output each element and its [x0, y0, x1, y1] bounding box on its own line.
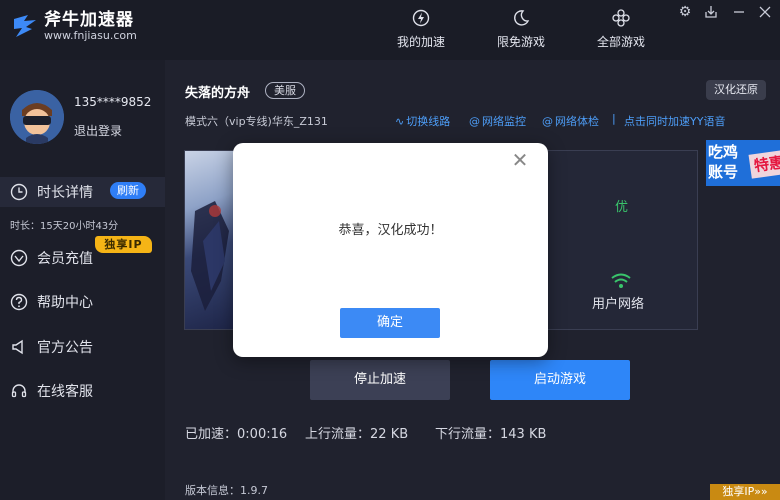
stat-label: 下行流量： [435, 427, 501, 442]
sidebar-item-recharge[interactable]: 会员充值 [0, 243, 165, 273]
stat-label: 已加速： [185, 427, 238, 442]
sidebar-item-announcement[interactable]: 官方公告 [0, 332, 165, 362]
nav-label: 全部游戏 [596, 35, 645, 49]
nav-label: 限免游戏 [496, 35, 545, 49]
refresh-button[interactable]: 刷新 [110, 182, 146, 199]
network-check-link[interactable]: @ 网络体检 [542, 113, 599, 129]
game-title: 失落的方舟 [185, 86, 251, 101]
sidebar-item-label: 帮助中心 [37, 295, 93, 311]
switch-route-link[interactable]: ∿ 切换线路 [395, 113, 450, 129]
sidebar: 135****9852 退出登录 时长详情 刷新 时长：15天20小时43分 独… [0, 60, 165, 500]
duration-text: 时长：15天20小时43分 [10, 221, 119, 232]
network-monitor-link[interactable]: @ 网络监控 [469, 113, 526, 129]
link-label: 网络体检 [555, 115, 599, 128]
sidebar-item-label: 官方公告 [37, 340, 93, 356]
avatar[interactable] [10, 90, 64, 144]
user-network-label: 用户网络 [592, 297, 645, 312]
upload-traffic: 上行流量：22 KB [305, 423, 408, 442]
promo-text-bottom: 账号 [708, 163, 739, 181]
link-label: 切换线路 [406, 115, 451, 128]
settings-icon[interactable]: ⚙ [676, 4, 694, 20]
app-name: 斧牛加速器 [44, 10, 134, 30]
dialog-message: 恭喜，汉化成功！ [338, 223, 443, 238]
restore-translation-button[interactable]: 汉化还原 [706, 80, 766, 100]
wifi-icon [611, 273, 631, 288]
headset-icon [9, 381, 29, 401]
sidebar-item-label: 在线客服 [37, 384, 93, 400]
chicken-account-promo[interactable]: 吃鸡 账号 特惠 [706, 140, 780, 186]
nav-my-acceleration[interactable]: 我的加速 [376, 8, 466, 50]
confirm-button[interactable]: 确定 [340, 308, 440, 338]
version-info: 版本信息：1.9.7 [185, 484, 268, 497]
megaphone-icon [9, 337, 29, 357]
mode-line: 模式六（vip专线)华东_Z131 [185, 115, 328, 128]
success-dialog: ✕ 恭喜，汉化成功！ 确定 [233, 143, 548, 357]
moon-icon [511, 8, 531, 28]
nav-label: 我的加速 [396, 35, 445, 49]
network-quality: 优 [615, 200, 629, 215]
game-cover-image [185, 151, 235, 329]
stat-value: 0:00:16 [237, 427, 288, 442]
stat-value: 143 KB [500, 427, 547, 442]
top-bar: 斧牛加速器 www.fnjiasu.com 我的加速 限免游戏 全部游戏 ⚙ [0, 0, 780, 60]
gem-icon [9, 248, 29, 268]
app-url: www.fnjiasu.com [44, 29, 137, 42]
sidebar-item-support[interactable]: 在线客服 [0, 376, 165, 406]
user-phone: 135****9852 [74, 95, 152, 109]
nav-all-games[interactable]: 全部游戏 [576, 8, 666, 50]
close-icon[interactable] [756, 4, 774, 20]
download-traffic: 下行流量：143 KB [435, 423, 546, 442]
lightning-icon [411, 8, 431, 28]
grid-icon [611, 8, 631, 28]
route-icon: ∿ [395, 114, 405, 128]
axe-logo-icon [14, 15, 36, 37]
logout-link[interactable]: 退出登录 [74, 122, 122, 139]
close-icon[interactable]: ✕ [511, 150, 529, 170]
promo-text-top: 吃鸡 账号 [708, 143, 739, 181]
link-separator: | [612, 112, 616, 125]
stat-value: 22 KB [370, 427, 409, 442]
sidebar-item-label: 会员充值 [37, 251, 93, 267]
region-badge: 美服 [265, 82, 305, 99]
launch-game-button[interactable]: 启动游戏 [490, 360, 630, 400]
nav-free-games[interactable]: 限免游戏 [476, 8, 566, 50]
minimize-icon[interactable] [730, 4, 748, 20]
monitor-icon: @ [469, 114, 480, 128]
accelerated-time: 已加速：0:00:16 [185, 423, 287, 442]
app-logo: 斧牛加速器 www.fnjiasu.com [10, 10, 137, 42]
stop-acceleration-button[interactable]: 停止加速 [310, 360, 450, 400]
check-icon: @ [542, 114, 553, 128]
link-label: 网络监控 [482, 115, 526, 128]
question-icon [9, 292, 29, 312]
download-icon[interactable] [702, 4, 720, 20]
sidebar-item-help[interactable]: 帮助中心 [0, 287, 165, 317]
yy-voice-link[interactable]: 点击同时加速YY语音 [624, 113, 725, 129]
exclusive-ip-corner-button[interactable]: 独享IP»» [710, 484, 780, 500]
clock-icon [9, 182, 29, 202]
link-label: 点击同时加速YY语音 [624, 115, 726, 128]
sidebar-item-label: 时长详情 [37, 185, 93, 201]
stat-label: 上行流量： [305, 427, 371, 442]
promo-tag: 特惠 [748, 149, 780, 179]
